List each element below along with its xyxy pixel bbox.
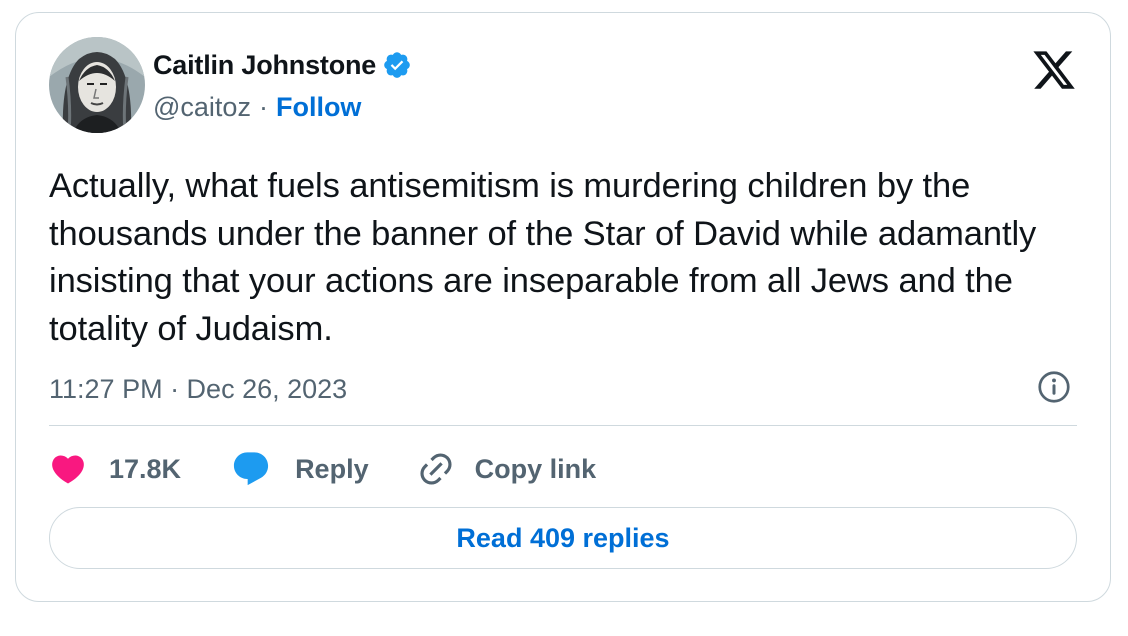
copy-link-label: Copy link [474, 453, 597, 484]
follow-button[interactable]: Follow [276, 92, 361, 123]
read-replies-button[interactable]: Read 409 replies [49, 507, 1077, 569]
verified-badge-icon [382, 50, 412, 80]
reply-button[interactable]: Reply [231, 449, 369, 489]
copy-link-button[interactable]: Copy link [417, 450, 597, 488]
like-count: 17.8K [109, 453, 182, 484]
action-bar: 17.8K Reply Copy link [49, 447, 596, 491]
tweet-timestamp[interactable]: 11:27 PM · Dec 26, 2023 [49, 369, 347, 409]
tweet-embed-card: Caitlin Johnstone @caitoz · Follow Actua… [15, 12, 1111, 602]
x-logo-icon[interactable] [1031, 47, 1077, 93]
like-button[interactable]: 17.8K [49, 450, 181, 488]
tweet-header: Caitlin Johnstone @caitoz · Follow [49, 37, 412, 133]
handle-row: @caitoz · Follow [153, 87, 412, 127]
author-handle[interactable]: @caitoz [153, 92, 251, 123]
heart-icon [49, 450, 87, 488]
reply-label: Reply [295, 453, 369, 484]
divider [49, 425, 1077, 426]
separator-dot: · [258, 91, 268, 122]
tweet-text: Actually, what fuels antisemitism is mur… [49, 167, 1046, 348]
author-info: Caitlin Johnstone @caitoz · Follow [153, 43, 412, 127]
author-display-name[interactable]: Caitlin Johnstone [153, 50, 376, 81]
avatar[interactable] [49, 37, 145, 133]
speech-bubble-icon [231, 449, 271, 489]
info-icon[interactable] [1036, 369, 1072, 405]
link-icon [417, 450, 455, 488]
name-row: Caitlin Johnstone [153, 43, 412, 87]
